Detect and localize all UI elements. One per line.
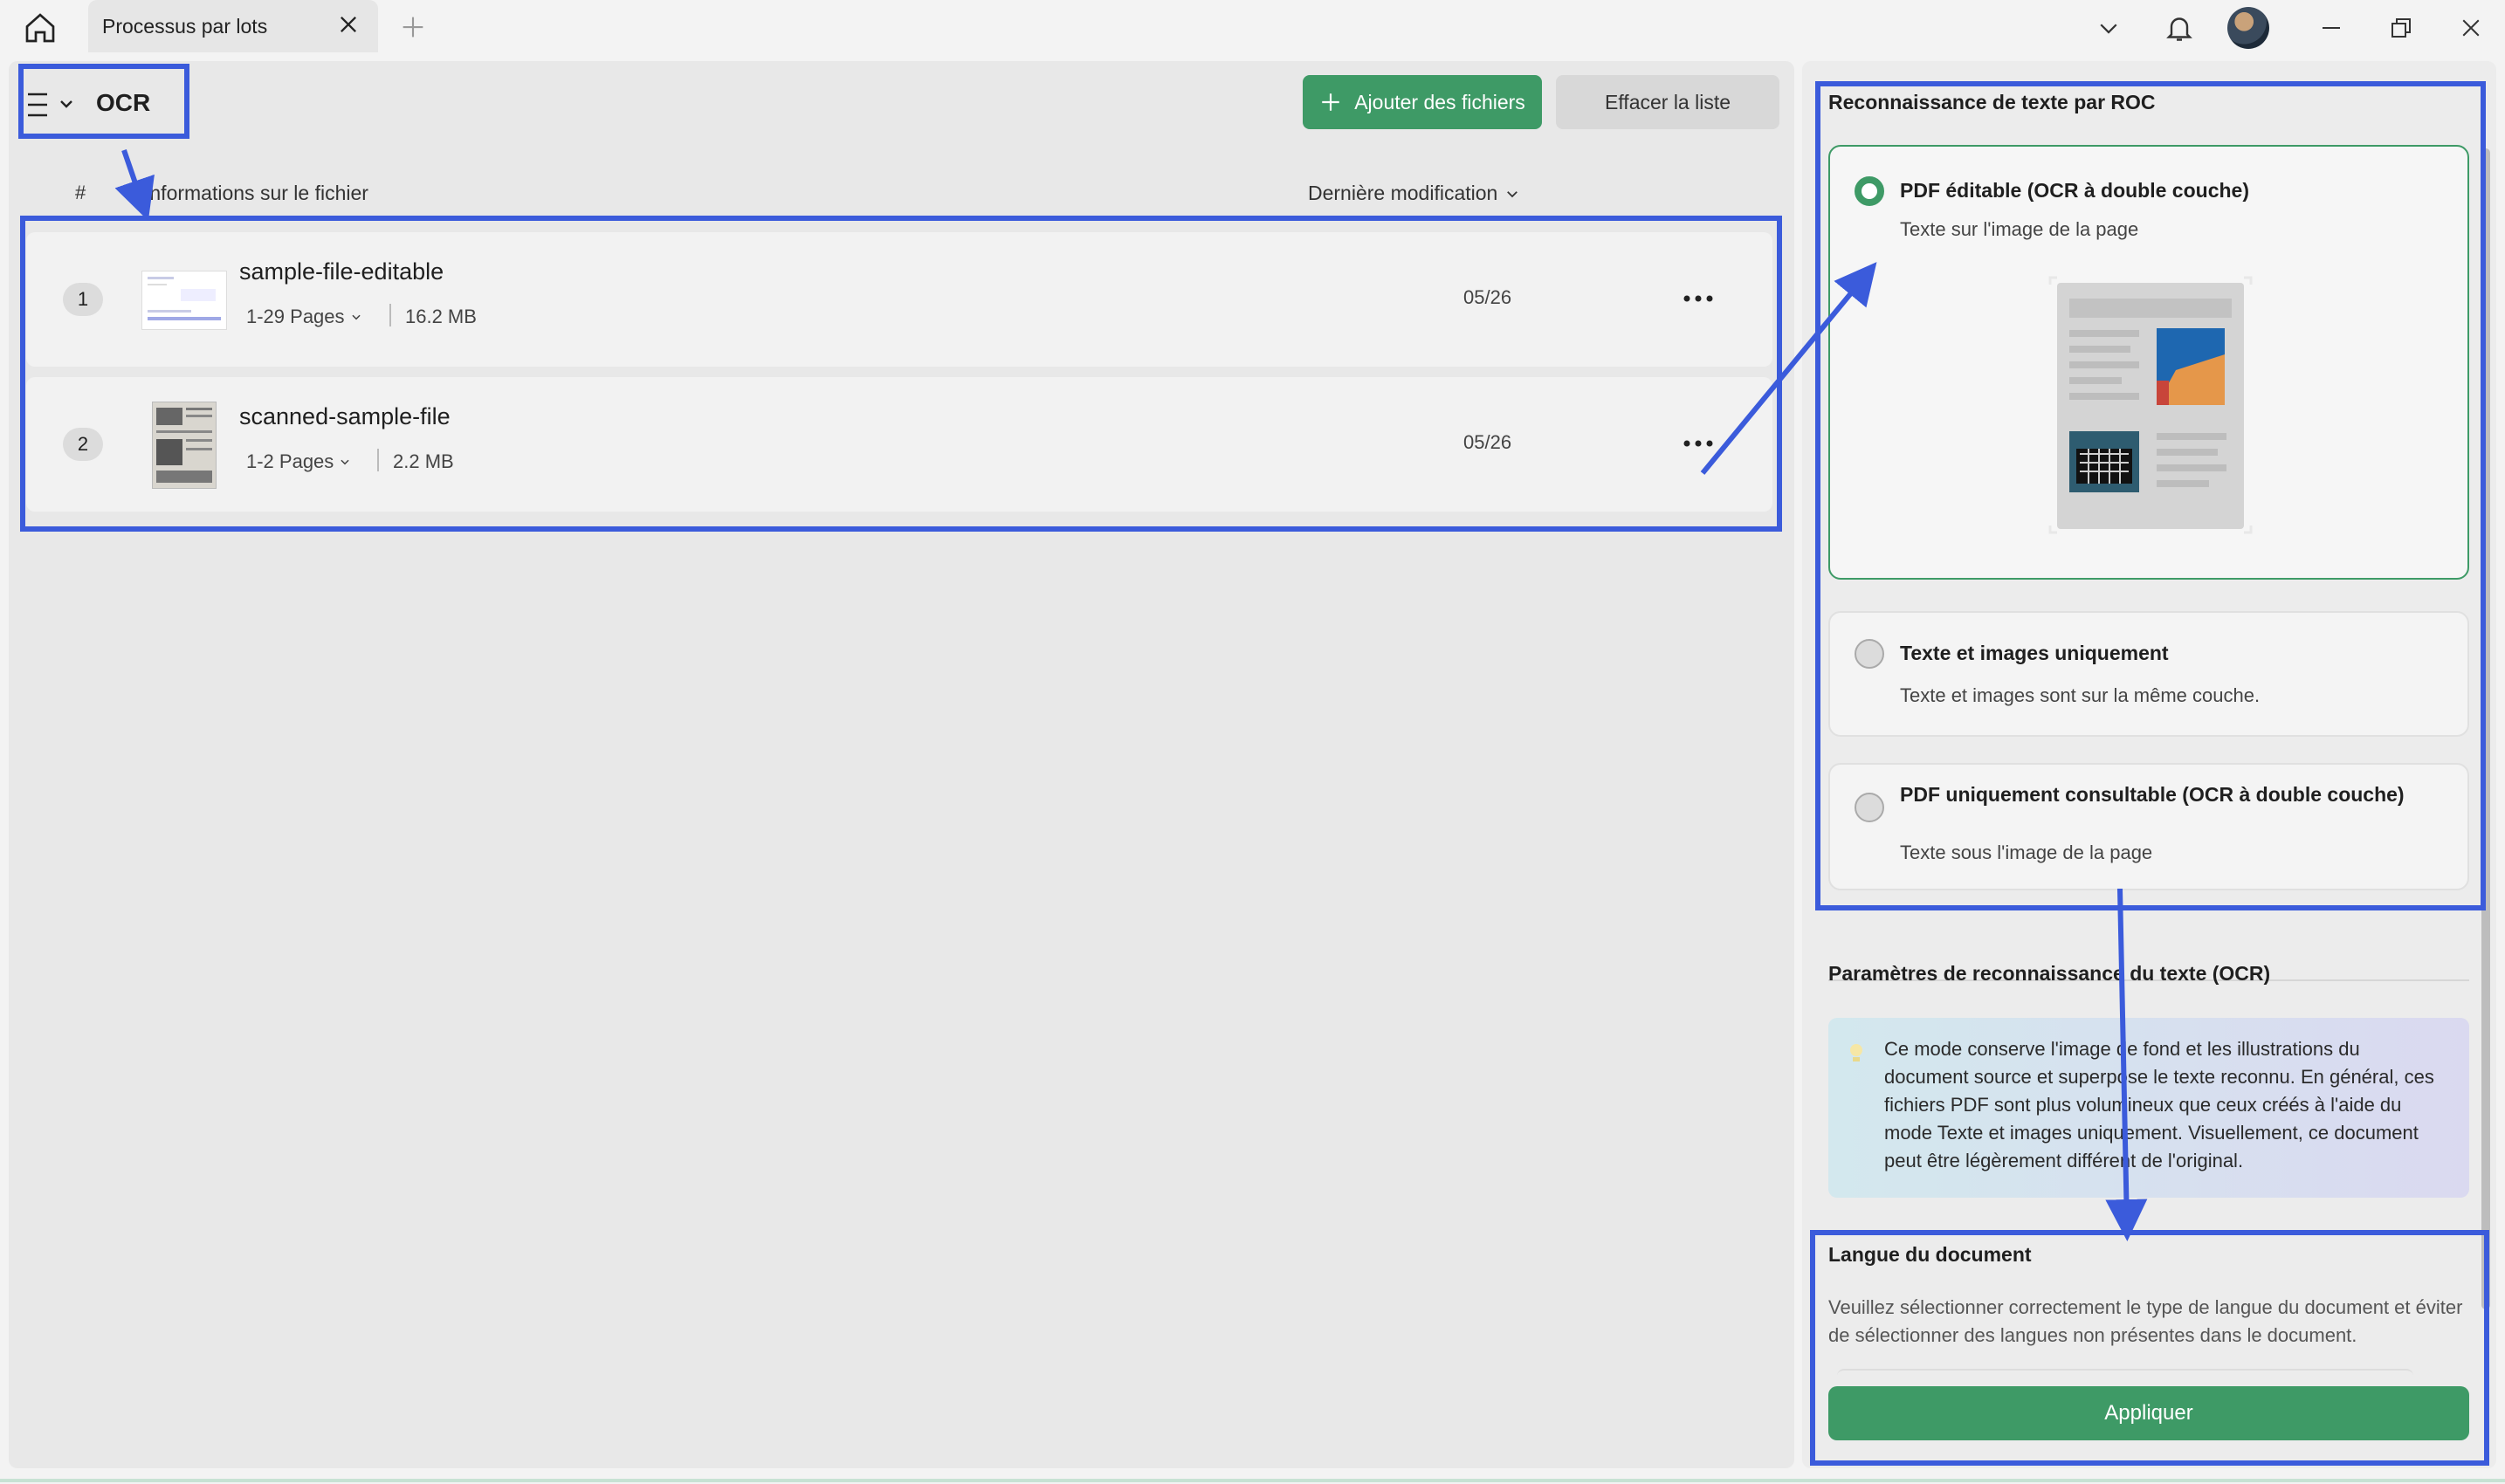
title-bar: Processus par lots [0,0,2505,56]
page-range-select[interactable]: 1-29 Pages [246,306,362,328]
file-size: 16.2 MB [405,306,477,327]
option-title: PDF éditable (OCR à double couche) [1900,179,2249,202]
add-tab-icon[interactable] [398,12,428,42]
add-files-button[interactable]: Ajouter des fichiers [1303,75,1542,129]
plus-icon [1322,93,1339,111]
divider [389,304,391,326]
page-range-select[interactable]: 1-2 Pages [246,450,351,473]
file-date: 05/26 [1463,286,1512,308]
menu-toggle[interactable] [24,87,86,122]
file-name: sample-file-editable [239,258,444,285]
more-options-icon[interactable] [1676,281,1720,316]
chevron-down-icon [351,314,361,320]
file-thumbnail [152,402,217,489]
ocr-params-heading: Paramètres de reconnaissance du texte (O… [1828,962,2271,985]
column-header-file-info: Informations sur le fichier [144,182,368,204]
ocr-settings-panel: Reconnaissance de texte par ROC PDF édit… [1802,61,2496,1468]
close-icon[interactable] [336,12,361,37]
file-date: 05/26 [1463,431,1512,453]
tab-label: Processus par lots [102,15,268,38]
language-desc: Veuillez sélectionner correctement le ty… [1828,1296,2463,1346]
home-icon[interactable] [19,7,61,49]
radio-text-images-only[interactable] [1855,639,1884,669]
column-header-number: # [75,182,86,203]
chevron-down-icon[interactable] [2089,9,2128,47]
option-text-images-only[interactable]: Texte et images uniquement Texte et imag… [1828,611,2469,737]
file-list-panel: OCR Ajouter des fichiers Effacer la list… [9,61,1794,1468]
minimize-icon[interactable] [2312,9,2350,47]
option-desc: Texte sur l'image de la page [1900,218,2139,240]
file-size: 2.2 MB [393,450,454,472]
page-title: OCR [96,89,151,116]
option-desc: Texte sous l'image de la page [1900,842,2153,863]
file-thumbnail [141,271,227,330]
avatar[interactable] [2227,7,2269,49]
divider [377,449,379,471]
last-modified-label: Dernière modification [1308,182,1498,204]
clear-list-button[interactable]: Effacer la liste [1556,75,1779,129]
add-files-label: Ajouter des fichiers [1354,90,1525,113]
option-editable-pdf[interactable]: PDF éditable (OCR à double couche) Texte… [1828,145,2469,580]
scrollbar-thumb[interactable] [2481,148,2490,1309]
restore-icon[interactable] [2382,9,2420,47]
info-text: Ce mode conserve l'image de fond et les … [1884,1038,2434,1171]
radio-editable-pdf[interactable] [1855,176,1884,206]
file-name: scanned-sample-file [239,403,451,429]
ocr-heading: Reconnaissance de texte par ROC [1828,91,2156,113]
apply-button[interactable]: Appliquer [1828,1386,2469,1440]
option-title: PDF uniquement consultable (OCR à double… [1900,783,2405,806]
bell-icon[interactable] [2160,9,2199,47]
table-row[interactable]: 1 sample-file-editable 1-29 Pages 16.2 M… [26,232,1772,367]
close-window-icon[interactable] [2452,9,2490,47]
page-range-label: 1-29 Pages [246,306,345,327]
column-header-last-modified[interactable]: Dernière modification [1308,182,1520,205]
option-searchable-pdf[interactable]: PDF uniquement consultable (OCR à double… [1828,763,2469,890]
document-preview-illustration [2048,276,2253,534]
language-heading: Langue du document [1828,1243,2032,1266]
chevron-down-icon [1507,190,1518,197]
lightbulb-icon [1850,1044,1862,1061]
radio-searchable-pdf[interactable] [1855,793,1884,822]
row-index: 2 [63,428,103,461]
option-title: Texte et images uniquement [1900,642,2169,664]
table-row[interactable]: 2 scanned-sample-file 1-2 Pages 2.2 MB 0… [26,377,1772,512]
option-desc: Texte et images sont sur la même couche. [1900,684,2261,706]
row-index: 1 [63,283,103,316]
page-range-label: 1-2 Pages [246,450,334,472]
bottom-border [0,1479,2505,1482]
more-options-icon[interactable] [1676,426,1720,461]
info-box: Ce mode conserve l'image de fond et les … [1828,1018,2469,1198]
chevron-down-icon [341,459,349,465]
language-select[interactable] [1837,1369,2413,1378]
tab-batch-process[interactable]: Processus par lots [88,0,378,52]
